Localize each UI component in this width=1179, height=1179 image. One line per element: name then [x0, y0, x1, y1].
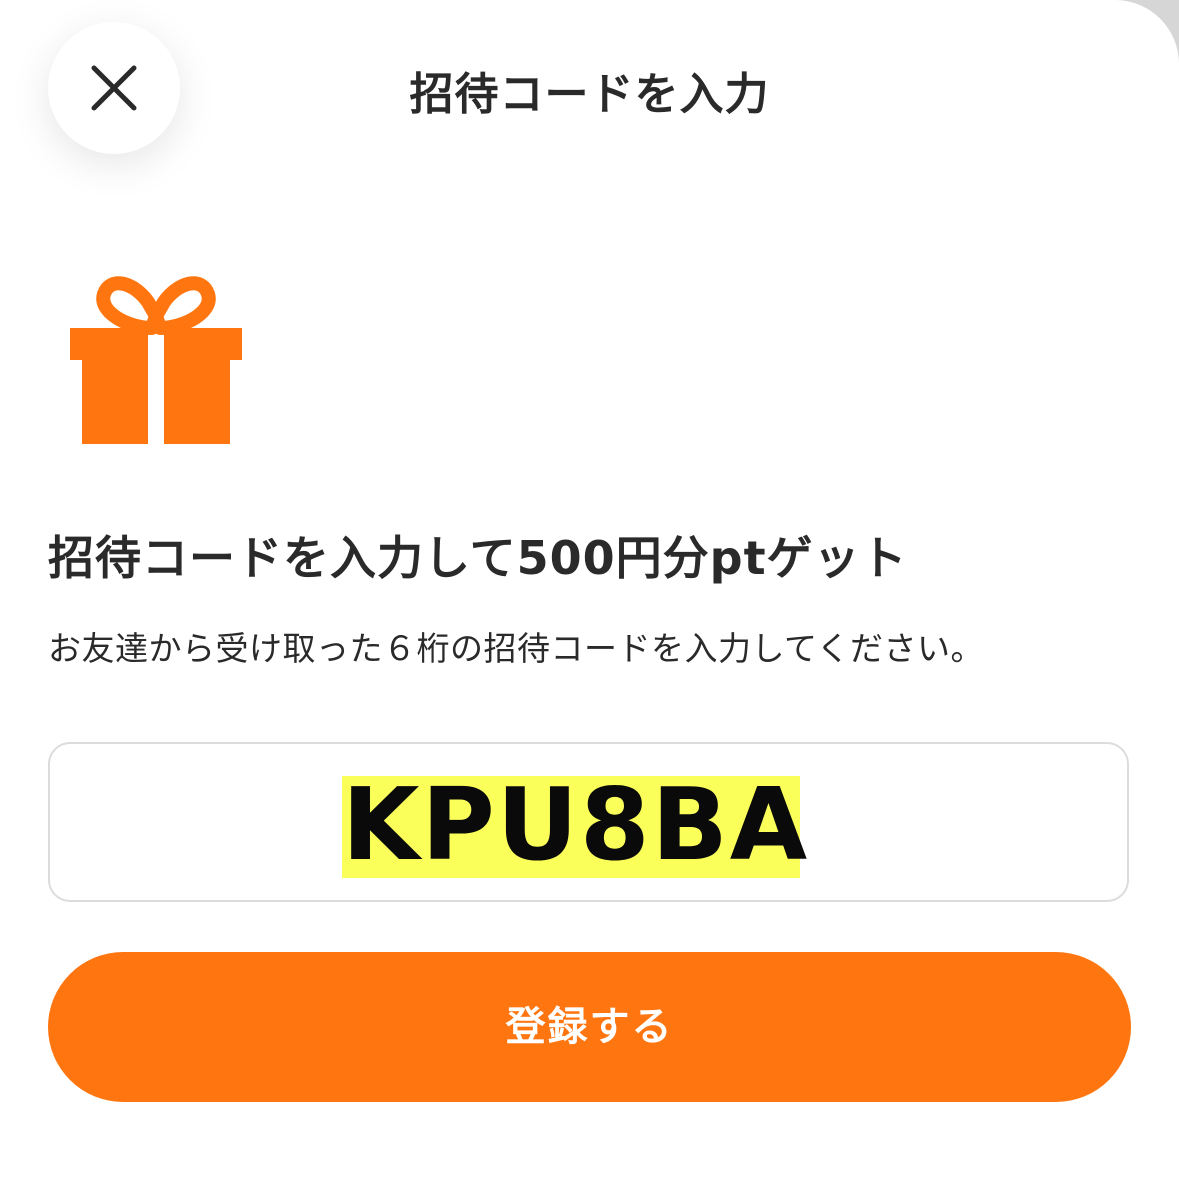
description: お友達から受け取った６桁の招待コードを入力してください。 — [48, 629, 985, 668]
modal-header: 招待コードを入力 — [0, 0, 1179, 180]
gift-icon — [70, 276, 242, 444]
headline: 招待コードを入力して500円分ptゲット — [48, 531, 908, 585]
register-button[interactable]: 登録する — [48, 952, 1131, 1102]
page-title: 招待コードを入力 — [409, 69, 770, 120]
modal-sheet: 招待コードを入力 招待コードを入力して500円分ptゲット お友達から受け取った… — [0, 0, 1179, 1179]
invite-code-value: KPU8BA — [342, 766, 810, 883]
invite-code-field[interactable]: KPU8BA — [48, 742, 1129, 902]
